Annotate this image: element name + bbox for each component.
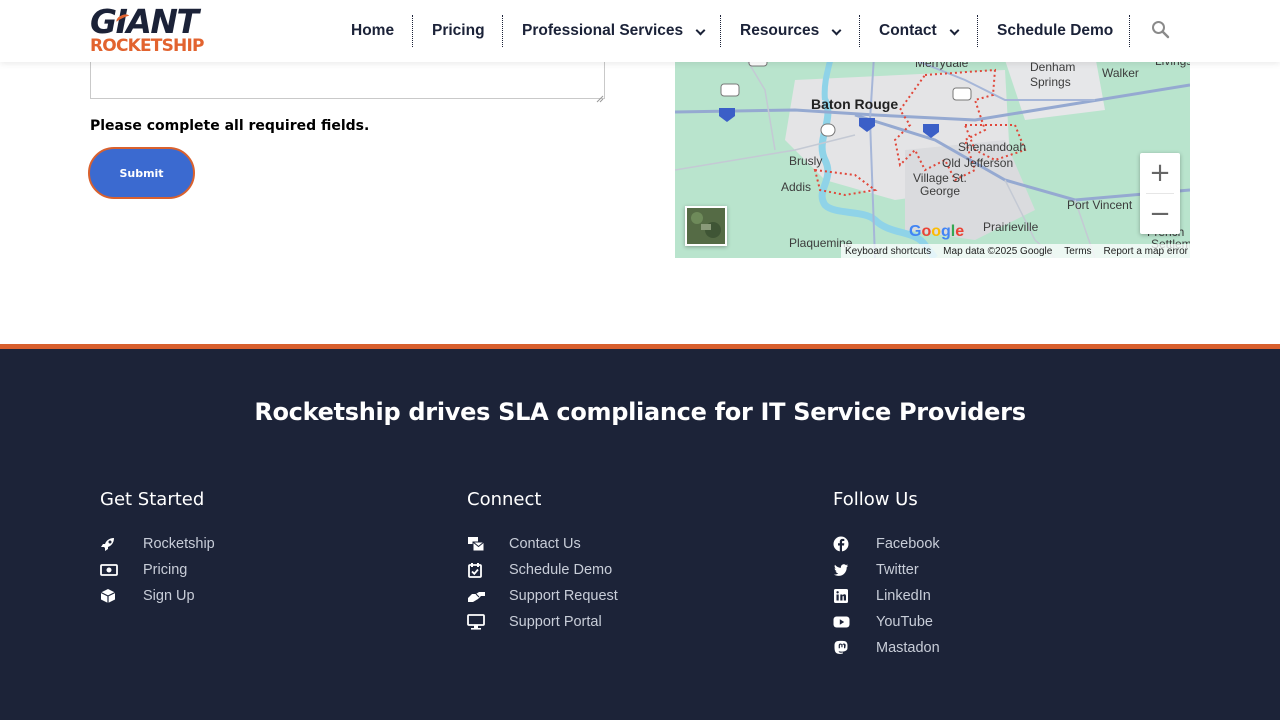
nav-divider — [412, 15, 413, 47]
map-place-label: Springs — [1030, 75, 1071, 89]
page: GIANT ROCKETSHIP Home Pricing Profession… — [0, 0, 1280, 720]
rocket-icon — [100, 536, 116, 552]
map-place-label: Baton Rouge — [811, 96, 899, 112]
satellite-thumbnail-icon — [687, 208, 725, 244]
map-place-label: George — [920, 184, 961, 198]
report-map-error-link[interactable]: Report a map error — [1104, 246, 1188, 257]
nav-divider — [720, 15, 721, 47]
box-icon — [100, 588, 116, 604]
search-icon[interactable] — [1151, 20, 1170, 39]
google-logo: Google — [909, 223, 965, 240]
map-terms-link[interactable]: Terms — [1064, 246, 1091, 257]
nav-resources[interactable]: Resources — [740, 15, 842, 47]
map-place-label: Old Jefferson — [942, 156, 1014, 170]
nav-pricing[interactable]: Pricing — [432, 15, 485, 47]
nav-pricing-label: Pricing — [432, 22, 485, 39]
giant-rocketship-logo[interactable]: GIANT ROCKETSHIP — [90, 2, 220, 57]
money-bill-icon — [100, 562, 118, 578]
chevron-down-icon — [695, 25, 706, 35]
chevron-down-icon — [949, 25, 960, 35]
footer-link-mastodon[interactable]: Mastadon — [876, 638, 940, 658]
chevron-down-icon — [831, 25, 842, 35]
map-data-credit: Map data ©2025 Google — [943, 245, 1053, 257]
hands-helping-icon — [467, 588, 485, 604]
footer-link-contact-us[interactable]: Contact Us — [509, 534, 581, 554]
site-footer: Rocketship drives SLA compliance for IT … — [0, 344, 1280, 720]
footer-link-youtube[interactable]: YouTube — [876, 612, 933, 632]
nav-divider — [859, 15, 860, 47]
footer-link-sign-up[interactable]: Sign Up — [143, 586, 195, 606]
footer-link-twitter[interactable]: Twitter — [876, 560, 919, 580]
google-map[interactable]: Merrydale Denham Springs Walker Livingst… — [675, 40, 1190, 258]
facebook-icon — [833, 536, 849, 552]
nav-professional-services[interactable]: Professional Services — [522, 15, 706, 47]
map-place-label: Shenandoah — [958, 140, 1027, 154]
logo-top-text: GIANT — [90, 2, 199, 41]
nav-home[interactable]: Home — [351, 15, 394, 47]
logo-bottom-text: ROCKETSHIP — [90, 36, 204, 56]
footer-link-rocketship[interactable]: Rocketship — [143, 534, 215, 554]
footer-link-schedule-demo[interactable]: Schedule Demo — [509, 560, 612, 580]
map-place-label: Walker — [1102, 66, 1139, 80]
map-zoom-control: + − — [1140, 153, 1180, 234]
nav-schedule-demo-label: Schedule Demo — [997, 22, 1114, 39]
map-place-label: Brusly — [789, 154, 823, 168]
site-header: GIANT ROCKETSHIP Home Pricing Profession… — [0, 0, 1280, 62]
nav-divider — [977, 15, 978, 47]
nav-contact[interactable]: Contact — [879, 15, 960, 47]
connect-heading: Connect — [467, 489, 542, 510]
map-place-label: Port Vincent — [1067, 198, 1133, 212]
map-place-label: Denham — [1030, 60, 1076, 74]
zoom-out-button[interactable]: − — [1140, 194, 1180, 234]
keyboard-shortcuts-link[interactable]: Keyboard shortcuts — [845, 246, 931, 257]
follow-us-heading: Follow Us — [833, 489, 918, 510]
footer-link-linkedin[interactable]: LinkedIn — [876, 586, 931, 606]
footer-link-pricing[interactable]: Pricing — [143, 560, 187, 580]
footer-link-support-request[interactable]: Support Request — [509, 586, 618, 606]
footer-link-facebook[interactable]: Facebook — [876, 534, 940, 554]
nav-home-label: Home — [351, 22, 395, 39]
zoom-in-button[interactable]: + — [1140, 153, 1180, 193]
calendar-check-icon — [467, 562, 483, 578]
footer-tagline: Rocketship drives SLA compliance for IT … — [254, 398, 1026, 426]
footer-link-support-portal[interactable]: Support Portal — [509, 612, 602, 632]
desktop-icon — [467, 614, 485, 630]
map-place-label: Addis — [781, 180, 812, 194]
nav-contact-label: Contact — [879, 22, 937, 39]
nav-professional-services-label: Professional Services — [522, 22, 684, 39]
nav-divider — [1129, 15, 1130, 47]
satellite-view-toggle[interactable] — [685, 206, 727, 246]
submit-button[interactable]: Submit — [88, 147, 195, 199]
textarea-resize-handle[interactable] — [596, 90, 604, 103]
map-place-label: Prairieville — [983, 220, 1039, 234]
map-place-label: Village St. — [913, 171, 967, 185]
linkedin-icon — [833, 588, 849, 604]
mastodon-icon — [833, 640, 849, 656]
nav-divider — [502, 15, 503, 47]
get-started-heading: Get Started — [100, 489, 205, 510]
twitter-icon — [833, 562, 849, 578]
required-fields-notice: Please complete all required fields. — [90, 118, 370, 134]
youtube-icon — [833, 614, 850, 630]
mail-bulk-icon — [467, 536, 485, 552]
map-attribution-bar: Keyboard shortcuts Map data ©2025 Google… — [841, 244, 1190, 258]
nav-schedule-demo[interactable]: Schedule Demo — [997, 15, 1113, 47]
nav-resources-label: Resources — [740, 22, 820, 39]
